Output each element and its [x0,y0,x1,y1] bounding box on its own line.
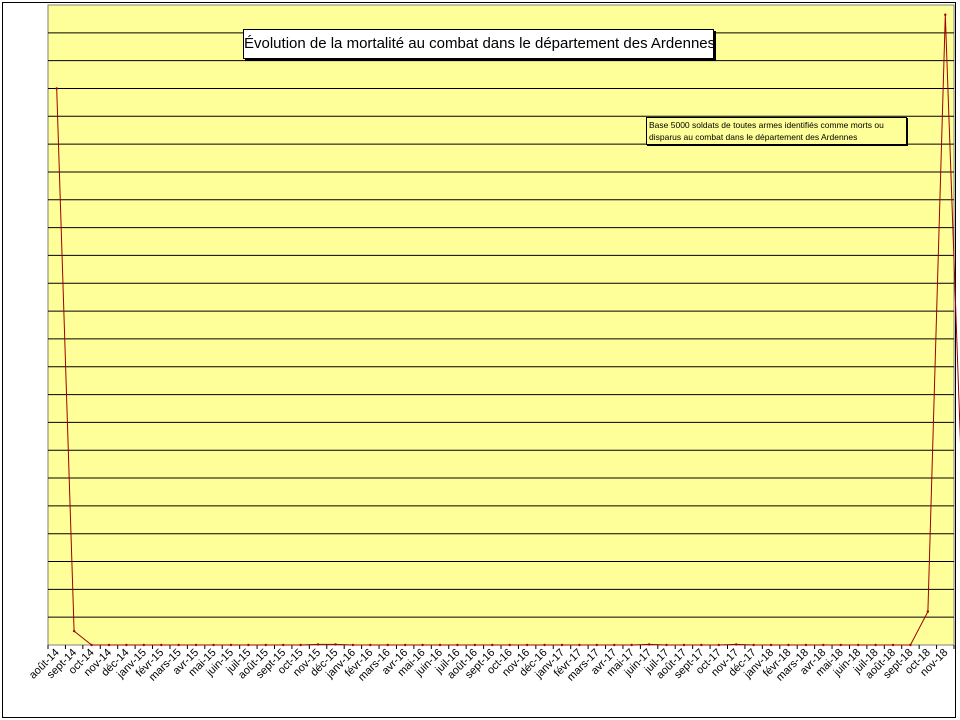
data-point [473,643,477,647]
data-point [735,643,738,646]
data-point [804,643,808,647]
data-point [578,643,581,647]
data-point [647,643,651,646]
data-point [107,643,111,647]
data-point [456,643,459,647]
data-point [369,643,372,647]
data-point [212,643,215,647]
data-point [856,643,860,647]
data-point [125,643,128,647]
data-point [822,643,825,647]
data-point [787,643,790,647]
data-point [334,643,337,646]
data-point [421,643,424,647]
data-point [386,643,389,647]
data-point [543,643,546,647]
data-point [560,643,564,647]
data-point [508,643,511,647]
data-point [177,643,180,647]
data-point [769,643,773,647]
data-point [891,643,895,647]
data-point [403,643,407,647]
data-point [839,643,842,647]
chart: août-14sept-14oct-14nov-14déc-14janv-15f… [27,4,960,684]
data-point [90,643,93,647]
data-point [752,643,755,647]
data-point [194,643,198,647]
data-point [142,643,146,647]
data-point [717,643,720,647]
data-point [351,643,355,647]
chart-annotation: Base 5000 soldats de toutes armes identi… [646,117,907,145]
data-point [665,643,668,647]
data-point [438,643,442,647]
data-point [282,643,285,647]
data-point [229,643,233,647]
data-point [926,610,930,613]
plot-area [47,4,955,646]
x-tick-labels: août-14sept-14oct-14nov-14déc-14janv-15f… [27,647,950,684]
data-point [316,643,320,646]
data-point [944,13,947,16]
data-point [247,643,250,647]
data-point [700,643,703,647]
data-point [264,643,267,647]
data-point [55,87,58,90]
data-point [160,643,163,647]
data-point [874,643,877,647]
data-point [682,643,686,647]
data-point [299,643,302,647]
data-point [525,643,529,647]
data-point [909,643,912,647]
data-point [630,643,633,647]
data-point [491,643,494,647]
data-point [72,629,76,633]
data-point [595,643,599,647]
data-point [613,643,616,647]
chart-title: Évolution de la mortalité au combat dans… [243,29,715,59]
